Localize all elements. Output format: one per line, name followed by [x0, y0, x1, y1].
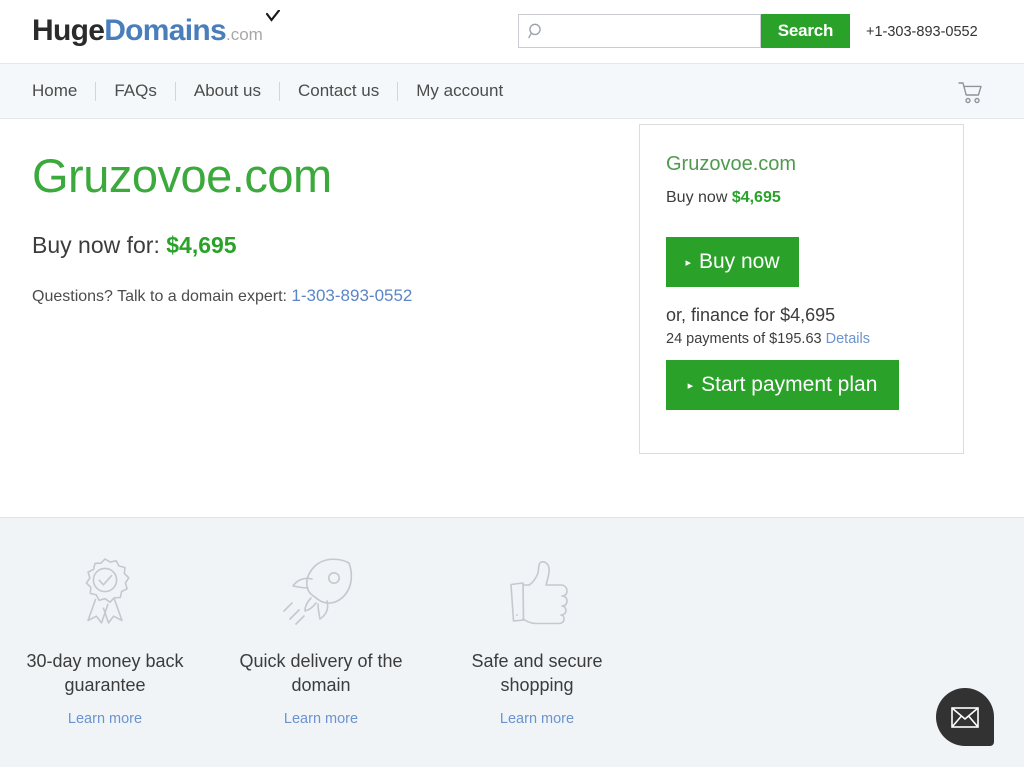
- shopping-cart-button[interactable]: [958, 81, 984, 105]
- logo-text-com: .com: [226, 25, 263, 44]
- search-button[interactable]: Search: [761, 14, 850, 48]
- nav-item-about-us[interactable]: About us: [194, 81, 261, 101]
- buy-now-prefix: Buy now for:: [32, 232, 167, 258]
- details-link[interactable]: Details: [826, 331, 870, 347]
- feature-label: 30-day money back guarantee: [26, 651, 184, 695]
- feature-safe-secure-shopping: Safe and secure shopping Learn more: [437, 554, 637, 728]
- search-area: Search: [518, 14, 850, 48]
- nav-item-home[interactable]: Home: [32, 81, 77, 101]
- features-section: 30-day money back guarantee Learn more Q…: [0, 517, 1024, 767]
- buy-now-button-label: Buy now: [698, 250, 780, 273]
- envelope-icon: [951, 706, 979, 728]
- start-payment-plan-button[interactable]: ▸ Start payment plan: [666, 360, 899, 410]
- purchase-card: Gruzovoe.com Buy now $4,695 ▸ Buy now or…: [639, 124, 964, 454]
- nav-item-my-account[interactable]: My account: [416, 81, 503, 101]
- feature-label: Quick delivery of the domain: [239, 651, 403, 695]
- thumbs-up-icon: [510, 561, 568, 625]
- payments-line: 24 payments of $195.63 Details: [666, 331, 870, 347]
- feature-learn-more-link[interactable]: Learn more: [500, 711, 574, 727]
- feature-icon-wrap: [221, 554, 421, 632]
- main-navigation: Home FAQs About us Contact us My account: [0, 63, 1024, 119]
- main-content: Gruzovoe.com Buy now for: $4,695 Questio…: [0, 119, 1024, 517]
- card-domain-name: Gruzovoe.com: [666, 153, 797, 175]
- nav-separator: [278, 81, 280, 101]
- nav-separator: [174, 81, 176, 101]
- nav-items: Home FAQs About us Contact us My account: [32, 81, 503, 101]
- questions-prefix: Questions? Talk to a domain expert:: [32, 288, 292, 305]
- feature-icon-wrap: [437, 554, 637, 632]
- check-icon: [266, 10, 281, 22]
- site-logo[interactable]: HugeDomains .com: [32, 10, 281, 52]
- card-buy-now-line: Buy now $4,695: [666, 189, 781, 207]
- feature-money-back-guarantee: 30-day money back guarantee Learn more: [5, 554, 205, 728]
- nav-item-contact-us[interactable]: Contact us: [298, 81, 379, 101]
- chat-support-button[interactable]: [936, 688, 994, 746]
- logo-text-domains: Domains: [104, 10, 281, 47]
- feature-learn-more-link[interactable]: Learn more: [68, 711, 142, 727]
- rocket-icon: [283, 558, 353, 625]
- award-ribbon-icon: [85, 558, 130, 624]
- questions-line: Questions? Talk to a domain expert: 1-30…: [32, 286, 412, 306]
- nav-separator: [397, 81, 399, 101]
- nav-separator: [95, 81, 97, 101]
- page-title: Gruzovoe.com: [32, 149, 332, 202]
- expert-phone-link[interactable]: 1-303-893-0552: [291, 286, 412, 305]
- card-buy-price: $4,695: [731, 189, 781, 206]
- payments-text: 24 payments of $195.63: [666, 331, 826, 347]
- card-buy-prefix: Buy now: [666, 189, 732, 206]
- feature-icon-wrap: [5, 554, 205, 632]
- logo-text-huge: Huge: [32, 14, 105, 47]
- feature-quick-delivery: Quick delivery of the domain Learn more: [221, 554, 421, 728]
- arrow-right-icon: ▸: [687, 379, 694, 392]
- header-phone-number: +1-303-893-0552: [866, 24, 978, 40]
- site-header: HugeDomains .com Search +1-303-893-0552: [0, 0, 1024, 63]
- shopping-cart-icon: [958, 82, 982, 104]
- search-box[interactable]: [518, 14, 761, 48]
- buy-now-price: $4,695: [166, 232, 237, 258]
- nav-item-faqs[interactable]: FAQs: [114, 81, 157, 101]
- start-payment-plan-label: Start payment plan: [701, 373, 878, 396]
- feature-label: Safe and secure shopping: [471, 651, 603, 695]
- feature-learn-more-link[interactable]: Learn more: [284, 711, 358, 727]
- arrow-right-icon: ▸: [685, 256, 691, 269]
- search-input[interactable]: [519, 15, 760, 47]
- finance-line: or, finance for $4,695: [666, 305, 836, 325]
- search-icon: [528, 23, 541, 39]
- buy-now-price-line: Buy now for: $4,695: [32, 232, 237, 259]
- buy-now-button[interactable]: ▸ Buy now: [666, 237, 799, 287]
